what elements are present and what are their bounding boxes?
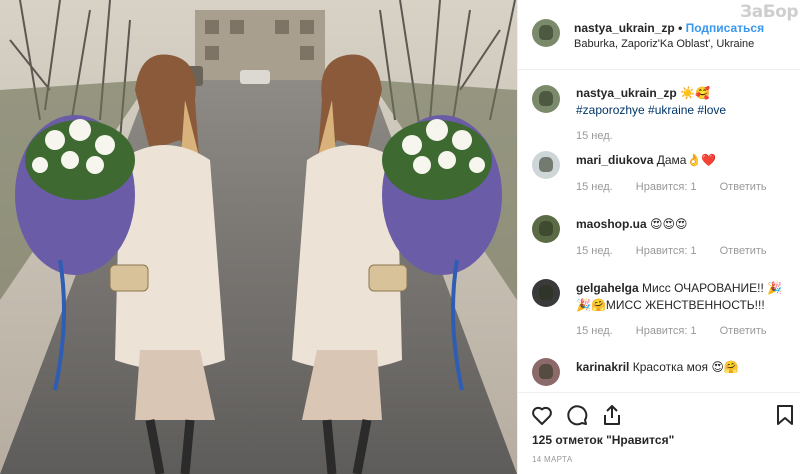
likes-number: 125 отметок — [532, 433, 603, 447]
post-header: nastya_ukrain_zp • Подписаться Baburka, … — [518, 0, 800, 70]
comment-meta: 15 нед. Нравится: 1 Ответить — [576, 181, 787, 193]
commenter-avatar[interactable] — [532, 215, 560, 243]
caption-hashtags[interactable]: #zaporozhye #ukraine #love — [576, 103, 726, 117]
comment-username[interactable]: maoshop.ua — [576, 217, 647, 231]
reply-button[interactable]: Ответить — [720, 325, 767, 337]
likes-suffix: "Нравится" — [606, 433, 675, 447]
reply-button[interactable]: Ответить — [720, 245, 767, 257]
comment-text: maoshop.ua 😍😍😍 — [576, 216, 791, 233]
separator-dot: • — [678, 21, 683, 35]
commenter-avatar[interactable] — [532, 279, 560, 307]
comment-age[interactable]: 15 нед. — [576, 325, 613, 337]
comment-username[interactable]: nastya_ukrain_zp — [576, 86, 677, 100]
comment-body: Красотка моя 😍🤗 — [632, 360, 739, 374]
author-avatar[interactable] — [532, 19, 560, 47]
comment-likes[interactable]: Нравится: 1 — [636, 325, 697, 337]
post-date[interactable]: 14 МАРТА — [532, 455, 572, 464]
comment-body: Дама👌❤️ — [656, 153, 717, 167]
comment-body: Мисс ОЧАРОВАНИЕ!! 🎉 — [642, 281, 783, 295]
comment-age[interactable]: 15 нед. — [576, 130, 613, 142]
location-link[interactable]: Baburka, Zaporiz'Ka Oblast', Ukraine — [574, 38, 754, 50]
photo-image — [0, 0, 517, 474]
caption-text: nastya_ukrain_zp ☀️🥰 #zaporozhye #ukrain… — [576, 85, 791, 119]
caption-avatar[interactable] — [532, 85, 560, 113]
reply-button[interactable]: Ответить — [720, 181, 767, 193]
author-username[interactable]: nastya_ukrain_zp — [574, 21, 675, 35]
post-actions: 125 отметок "Нравится" 14 МАРТА — [518, 392, 800, 474]
post-side-panel: nastya_ukrain_zp • Подписаться Baburka, … — [517, 0, 800, 474]
comment-age[interactable]: 15 нед. — [576, 181, 613, 193]
comment-likes[interactable]: Нравится: 1 — [636, 245, 697, 257]
comment-text: karinakril Красотка моя 😍🤗 — [576, 359, 791, 376]
comment-meta: 15 нед. — [576, 130, 633, 142]
comment-username[interactable]: karinakril — [576, 360, 629, 374]
comment-age[interactable]: 15 нед. — [576, 245, 613, 257]
follow-button[interactable]: Подписаться — [686, 21, 764, 35]
share-icon[interactable] — [600, 403, 624, 427]
comment-text: gelgahelga Мисс ОЧАРОВАНИЕ!! 🎉 🎉🤗МИСС ЖЕ… — [576, 280, 791, 314]
comment-username[interactable]: mari_diukova — [576, 153, 653, 167]
comment-meta: 15 нед. Нравится: 1 Ответить — [576, 245, 787, 257]
site-watermark: ЗаБор — [740, 2, 798, 22]
comment-meta: 15 нед. Нравится: 1 Ответить — [576, 325, 787, 337]
author-row: nastya_ukrain_zp • Подписаться — [574, 21, 764, 35]
comment-body: 😍😍😍 — [650, 217, 688, 231]
heart-icon[interactable] — [530, 403, 554, 427]
comment-username[interactable]: gelgahelga — [576, 281, 639, 295]
comment-icon[interactable] — [565, 403, 589, 427]
comments-list[interactable]: nastya_ukrain_zp ☀️🥰 #zaporozhye #ukrain… — [518, 71, 800, 391]
comment-text: mari_diukova Дама👌❤️ — [576, 152, 791, 169]
bookmark-icon[interactable] — [773, 403, 797, 427]
comment-likes[interactable]: Нравится: 1 — [636, 181, 697, 193]
likes-count[interactable]: 125 отметок "Нравится" — [532, 433, 674, 447]
commenter-avatar[interactable] — [532, 151, 560, 179]
comment-body-line2: 🎉🤗МИСС ЖЕНСТВЕННОСТЬ!!! — [576, 298, 765, 312]
comment-body: ☀️🥰 — [680, 86, 710, 100]
commenter-avatar[interactable] — [532, 358, 560, 386]
post-photo[interactable] — [0, 0, 517, 474]
